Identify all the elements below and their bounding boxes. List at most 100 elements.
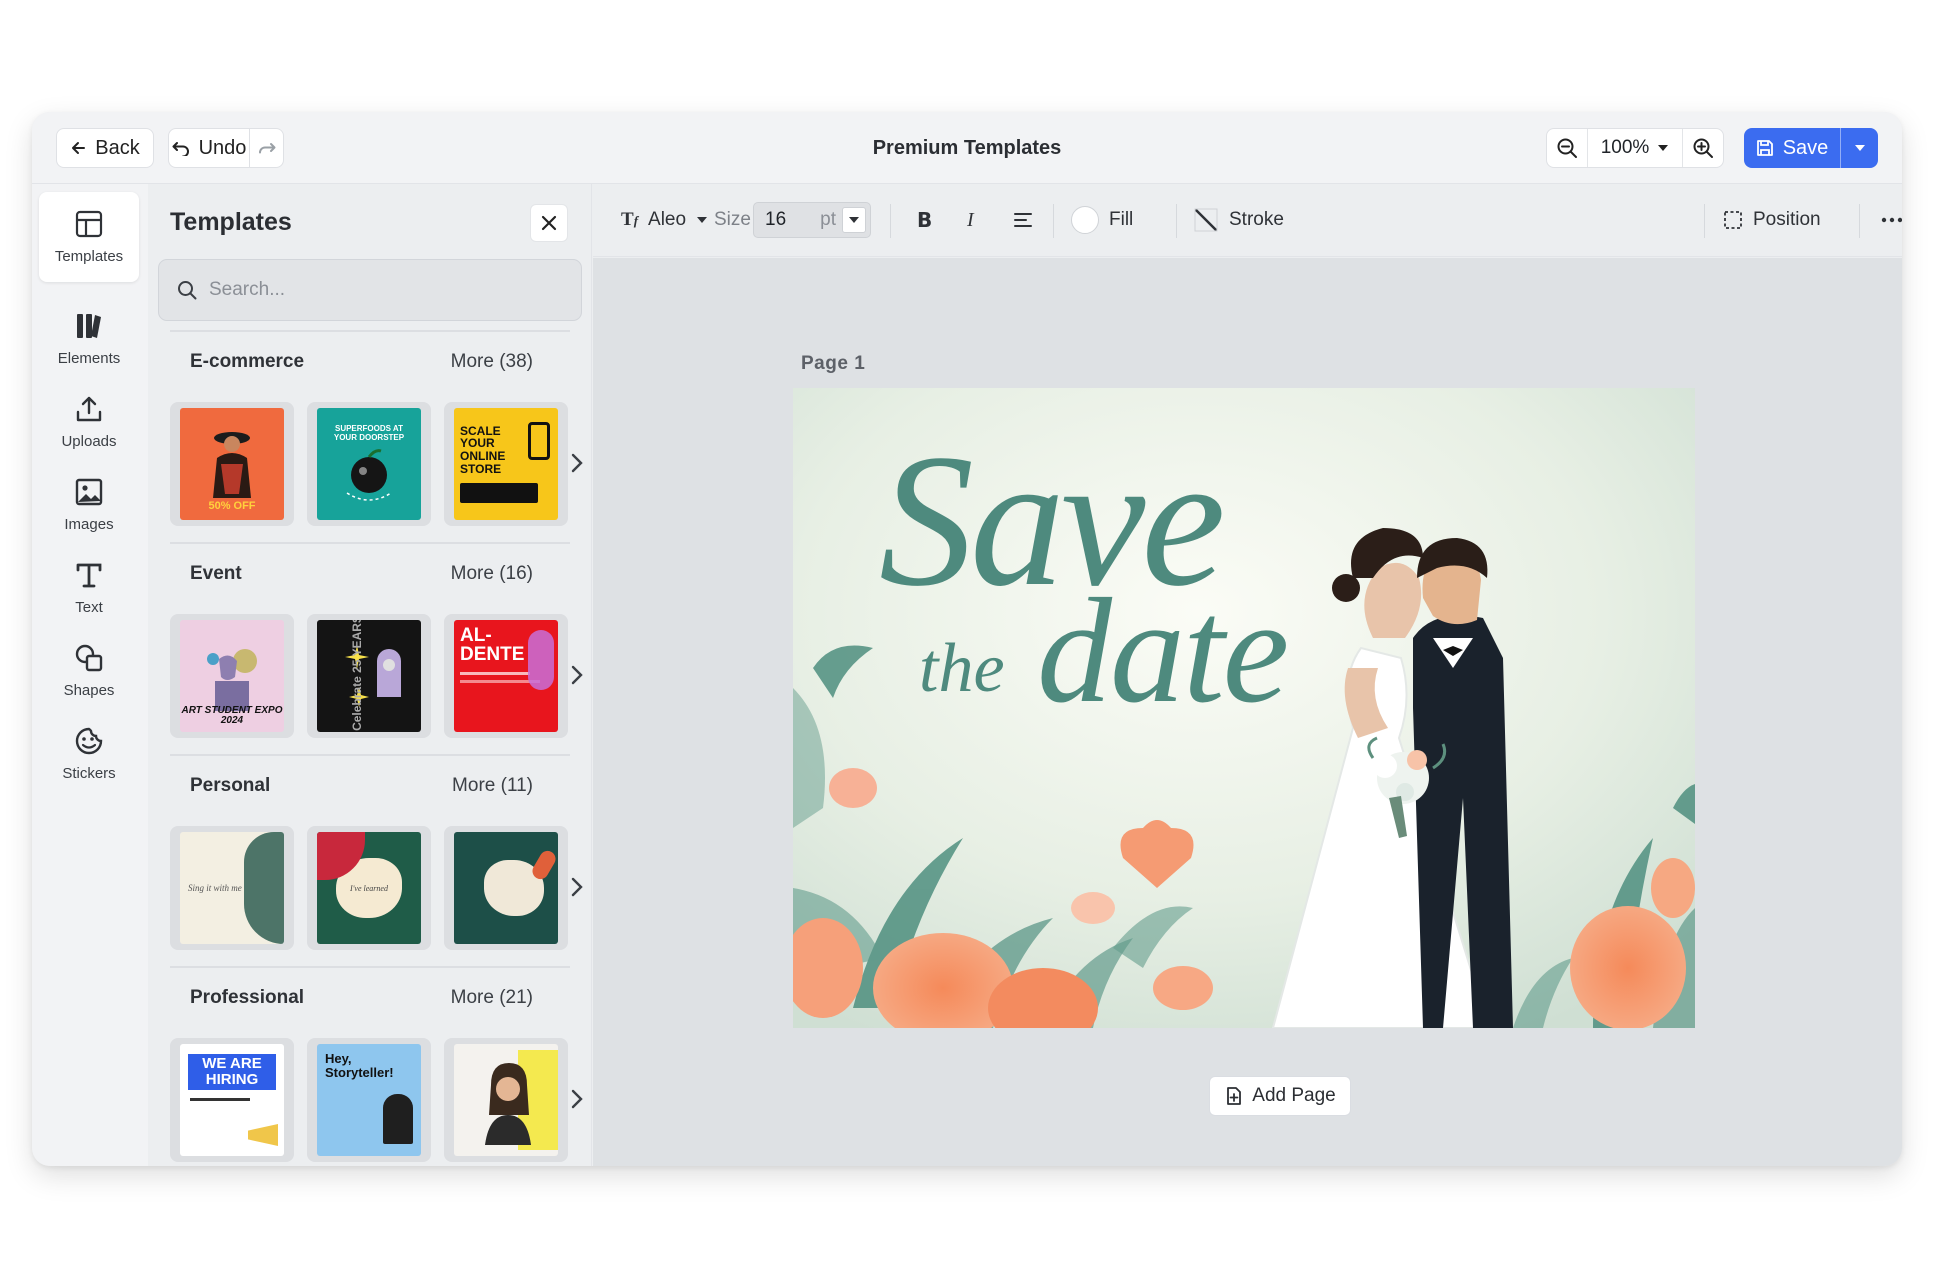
position-button[interactable]: Position — [1723, 200, 1821, 240]
align-button[interactable] — [1013, 200, 1033, 240]
add-page-button[interactable]: Add Page — [1209, 1076, 1351, 1116]
headline-date[interactable]: date — [1037, 576, 1289, 726]
category-title: E-commerce — [190, 351, 305, 372]
design-page[interactable]: Save the date — [793, 388, 1695, 1028]
headline-the[interactable]: the — [919, 634, 1005, 704]
font-size-unit: pt — [820, 209, 836, 230]
template-thumbnail[interactable] — [444, 1038, 568, 1162]
tool-rail: Templates Elements Uploads Images Text S… — [32, 184, 148, 1166]
category-more-link[interactable]: More (21) — [451, 987, 533, 1009]
font-icon: Tf — [621, 209, 639, 230]
sticker-icon — [75, 727, 103, 755]
rail-item-text[interactable]: Text — [39, 543, 139, 633]
chevron-down-icon — [849, 217, 859, 223]
category-more-link[interactable]: More (38) — [451, 351, 533, 373]
back-button[interactable]: Back — [56, 128, 154, 168]
undo-label: Undo — [198, 136, 247, 159]
chevron-right-icon — [571, 665, 583, 685]
rail-label: Images — [64, 516, 114, 533]
position-icon — [1724, 211, 1742, 229]
category-title: Event — [190, 563, 242, 584]
template-thumbnail[interactable]: SCALE YOUR ONLINE STORE — [444, 402, 568, 526]
scroll-right-button[interactable] — [566, 660, 588, 690]
template-thumbnail[interactable]: Celebrate 25 YEARS — [307, 614, 431, 738]
template-thumbnail[interactable]: 50% OFF — [170, 402, 294, 526]
person-silhouette — [383, 1094, 413, 1144]
phone-icon — [528, 422, 550, 460]
thumb-text: I've learned — [350, 883, 388, 893]
chevron-down-icon — [697, 217, 708, 223]
rail-item-stickers[interactable]: Stickers — [39, 709, 139, 799]
zoom-in-icon — [1693, 138, 1713, 158]
floppy-disk-icon — [1756, 140, 1773, 156]
scroll-right-button[interactable] — [566, 1084, 588, 1114]
thumb-art: Celebrate 25 YEARS — [317, 620, 421, 732]
rail-item-uploads[interactable]: Uploads — [39, 377, 139, 467]
scroll-right-button[interactable] — [566, 448, 588, 478]
category-title: Personal — [190, 775, 271, 796]
italic-button[interactable]: I — [967, 200, 974, 240]
celebration-illustration — [345, 641, 401, 707]
template-thumbnail[interactable]: WE ARE HIRING — [170, 1038, 294, 1162]
thumb-art: I've learned — [317, 832, 421, 944]
upload-icon — [76, 396, 102, 422]
divider — [170, 542, 570, 544]
thumb-text: Hey, Storyteller! — [325, 1051, 394, 1080]
bold-button[interactable]: B — [917, 200, 932, 240]
thumb-art: Sing it with me — [180, 832, 284, 944]
close-panel-button[interactable] — [530, 204, 568, 242]
close-icon — [541, 215, 557, 231]
template-thumbnail[interactable] — [444, 826, 568, 950]
divider — [170, 966, 570, 968]
font-size-dropdown[interactable] — [842, 207, 866, 233]
template-thumbnail[interactable]: ART STUDENT EXPO 2024 — [170, 614, 294, 738]
font-family-select[interactable]: Tf Aleo — [621, 200, 708, 240]
redo-button[interactable] — [250, 128, 284, 168]
save-options-dropdown[interactable] — [1840, 128, 1878, 168]
stroke-label: Stroke — [1229, 209, 1284, 230]
rail-item-images[interactable]: Images — [39, 460, 139, 550]
template-thumbnail[interactable]: Hey, Storyteller! — [307, 1038, 431, 1162]
undo-icon — [172, 142, 189, 156]
category-more-link[interactable]: More (16) — [451, 563, 533, 585]
portrait-photo — [485, 1063, 531, 1145]
image-icon — [75, 478, 103, 506]
thumb-art: ART STUDENT EXPO 2024 — [180, 620, 284, 732]
arrow-left-icon — [72, 142, 86, 154]
toolbar-separator — [890, 204, 891, 238]
save-button-group: Save — [1744, 128, 1878, 168]
more-options-button[interactable] — [1881, 200, 1902, 240]
editor-window: Back Undo Premium Templates 100% Save Te… — [32, 112, 1902, 1166]
template-thumbnail[interactable]: SUPERFOODS AT YOUR DOORSTEP — [307, 402, 431, 526]
fill-color-swatch — [1071, 206, 1099, 234]
divider — [170, 754, 570, 756]
zoom-in-button[interactable] — [1683, 129, 1723, 167]
zoom-level-select[interactable]: 100% — [1587, 129, 1683, 167]
search-input[interactable] — [209, 279, 549, 301]
canvas-workspace: Page 1 Save the date — [593, 258, 1902, 1166]
scroll-right-button[interactable] — [566, 872, 588, 902]
divider — [170, 330, 570, 332]
rail-item-templates[interactable]: Templates — [39, 192, 139, 282]
template-thumbnail[interactable]: I've learned — [307, 826, 431, 950]
thumb-text: 50% OFF — [208, 500, 256, 512]
superfood-illustration — [346, 448, 392, 501]
save-button[interactable]: Save — [1744, 128, 1840, 168]
top-bar: Back Undo Premium Templates 100% Save — [32, 112, 1902, 184]
zoom-out-button[interactable] — [1547, 129, 1587, 167]
rail-item-shapes[interactable]: Shapes — [39, 626, 139, 716]
stroke-button[interactable]: Stroke — [1193, 200, 1284, 240]
rail-item-elements[interactable]: Elements — [39, 294, 139, 384]
font-name: Aleo — [648, 209, 687, 230]
elements-icon — [77, 314, 101, 338]
template-thumbnail[interactable]: AL-DENTE — [444, 614, 568, 738]
thumb-art: 50% OFF — [180, 408, 284, 520]
font-size-field[interactable]: 16 pt — [753, 202, 871, 238]
rail-label: Shapes — [63, 682, 115, 699]
category-more-link[interactable]: More (11) — [452, 775, 533, 797]
fill-button[interactable]: Fill — [1071, 200, 1133, 240]
template-thumbnail[interactable]: Sing it with me — [170, 826, 294, 950]
text-line — [460, 672, 530, 675]
undo-button[interactable]: Undo — [168, 128, 250, 168]
add-page-label: Add Page — [1252, 1085, 1336, 1106]
